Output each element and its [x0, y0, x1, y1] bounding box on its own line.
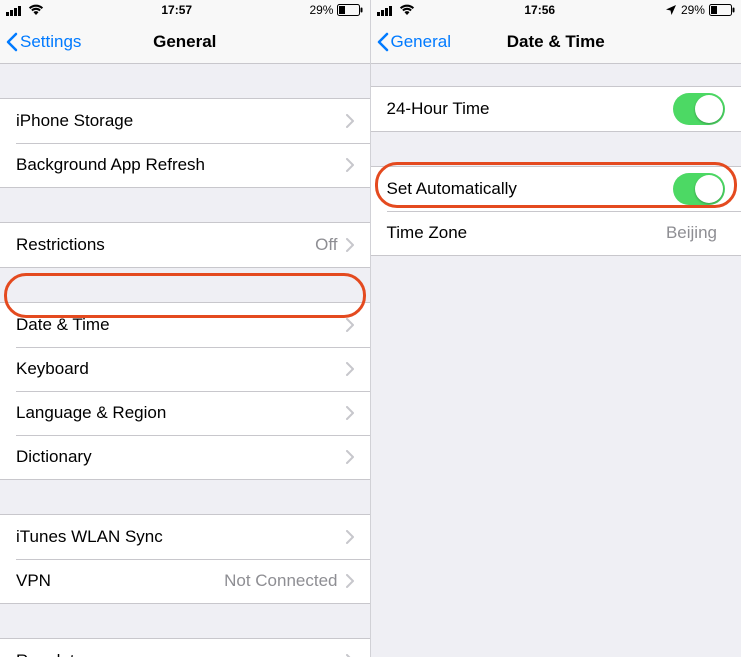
toggle-set-automatically[interactable] — [673, 173, 725, 205]
back-label: General — [391, 32, 451, 52]
row-iphone-storage[interactable]: iPhone Storage — [0, 99, 370, 143]
row-itunes-wlan-sync[interactable]: iTunes WLAN Sync — [0, 515, 370, 559]
chevron-right-icon — [346, 238, 354, 252]
row-regulatory[interactable]: Regulatory — [0, 639, 370, 657]
battery-icon — [709, 4, 735, 16]
nav-bar: General Date & Time — [371, 20, 741, 64]
chevron-right-icon — [346, 318, 354, 332]
status-time: 17:57 — [161, 3, 192, 17]
cellular-icon — [6, 4, 24, 16]
location-icon — [665, 4, 677, 16]
status-bar: 17:56 29% — [371, 0, 741, 20]
status-time: 17:56 — [524, 3, 555, 17]
chevron-right-icon — [346, 530, 354, 544]
wifi-icon — [399, 4, 415, 16]
nav-bar: Settings General — [0, 20, 370, 64]
battery-icon — [337, 4, 363, 16]
status-bar: 17:57 29% — [0, 0, 370, 20]
row-restrictions[interactable]: Restrictions Off — [0, 223, 370, 267]
chevron-left-icon — [377, 32, 389, 52]
toggle-24-hour-time[interactable] — [673, 93, 725, 125]
content-scroll[interactable]: iPhone Storage Background App Refresh Re… — [0, 64, 370, 657]
cellular-icon — [377, 4, 395, 16]
back-label: Settings — [20, 32, 81, 52]
row-keyboard[interactable]: Keyboard — [0, 347, 370, 391]
row-set-automatically: Set Automatically — [371, 167, 741, 211]
screen-general: 17:57 29% Settings General iPhone Storag… — [0, 0, 371, 657]
chevron-right-icon — [346, 114, 354, 128]
screen-date-time: 17:56 29% General Date & Time — [371, 0, 741, 657]
row-language-region[interactable]: Language & Region — [0, 391, 370, 435]
row-dictionary[interactable]: Dictionary — [0, 435, 370, 479]
chevron-right-icon — [346, 158, 354, 172]
content-scroll[interactable]: 24-Hour Time Set Automatically Time Zone… — [371, 64, 741, 657]
row-time-zone[interactable]: Time Zone Beijing — [371, 211, 741, 255]
chevron-right-icon — [346, 574, 354, 588]
back-button[interactable]: General — [371, 32, 457, 52]
row-background-app-refresh[interactable]: Background App Refresh — [0, 143, 370, 187]
chevron-right-icon — [346, 362, 354, 376]
back-button[interactable]: Settings — [0, 32, 87, 52]
chevron-right-icon — [346, 406, 354, 420]
row-vpn[interactable]: VPN Not Connected — [0, 559, 370, 603]
battery-percent: 29% — [681, 3, 705, 17]
row-date-time[interactable]: Date & Time — [0, 303, 370, 347]
wifi-icon — [28, 4, 44, 16]
chevron-right-icon — [346, 450, 354, 464]
battery-percent: 29% — [309, 3, 333, 17]
row-24-hour-time: 24-Hour Time — [371, 87, 741, 131]
chevron-left-icon — [6, 32, 18, 52]
